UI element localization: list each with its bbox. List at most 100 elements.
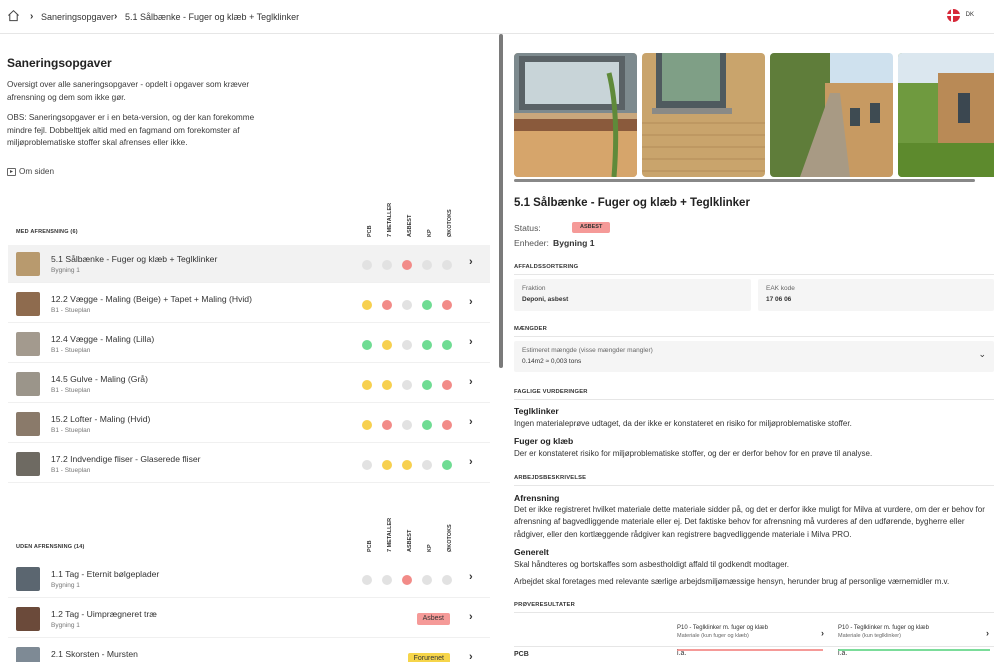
chevron-right-icon: › xyxy=(114,11,118,22)
sample-column[interactable]: P10 - Teglklinker m. fuger og klæb Mater… xyxy=(838,625,994,651)
status-dot-kp xyxy=(422,380,432,390)
status-dot-økotoks xyxy=(442,420,452,430)
work-section-title: Afrensning xyxy=(514,493,560,503)
task-location: B1 - Stueplan xyxy=(51,347,91,354)
task-location: Bygning 1 xyxy=(51,582,80,589)
status-dot-pcb xyxy=(362,575,372,585)
estimated-amount-dropdown[interactable]: Estimeret mængde (visse mængder mangler)… xyxy=(514,341,994,372)
breadcrumb-item-saneringsopgaver[interactable]: Saneringsopgaver xyxy=(41,12,114,22)
status-dot-7-metaller xyxy=(382,460,392,470)
column-header: PCB xyxy=(367,197,381,237)
task-title: 12.2 Vægge - Maling (Beige) + Tapet + Ma… xyxy=(51,294,252,304)
task-title: 15.2 Lofter - Maling (Hvid) xyxy=(51,414,151,424)
status-dot-kp xyxy=(422,260,432,270)
status-dot-asbest xyxy=(402,300,412,310)
section-with-cleaning-title: MED AFRENSNING (6) xyxy=(16,229,78,235)
divider xyxy=(514,274,994,275)
waste-sorting-heading: AFFALDSSORTERING xyxy=(514,264,579,270)
column-header: ØKOTOKS xyxy=(447,512,461,552)
sample-status-bar xyxy=(677,649,823,651)
assessment-title: Teglklinker xyxy=(514,406,559,416)
home-icon[interactable] xyxy=(7,9,20,22)
estimated-amount-value: 0.14m2 ≈ 0,003 tons xyxy=(522,358,582,365)
column-header-label: ØKOTOKS xyxy=(447,524,453,552)
task-title: 14.5 Gulve - Maling (Grå) xyxy=(51,374,148,384)
amounts-heading: MÆNGDER xyxy=(514,326,547,332)
denmark-flag-icon[interactable] xyxy=(947,9,960,22)
status-dot-kp xyxy=(422,460,432,470)
sample-subtitle: Materiale (kun teglklinker) xyxy=(838,633,901,639)
pcb-result: i.a. xyxy=(677,650,687,657)
status-dot-pcb xyxy=(362,300,372,310)
column-header-label: ASBEST xyxy=(407,529,413,552)
task-row[interactable]: 15.2 Lofter - Maling (Hvid) B1 - Stueplan… xyxy=(8,405,490,443)
photo-house-side[interactable] xyxy=(898,53,994,177)
task-row[interactable]: 1.2 Tag - Uimprægneret træ Bygning 1 Asbes… xyxy=(8,600,490,638)
work-section-title: Generelt xyxy=(514,547,549,557)
sample-column[interactable]: P10 - Teglklinker m. fuger og klæb Mater… xyxy=(677,625,827,651)
column-header: PCB xyxy=(367,512,381,552)
assessments-heading: FAGLIGE VURDERINGER xyxy=(514,389,588,395)
page-title: Saneringsopgaver xyxy=(7,56,112,70)
status-badge: Asbest xyxy=(416,613,450,625)
status-dot-økotoks xyxy=(442,380,452,390)
status-dot-7-metaller xyxy=(382,380,392,390)
chevron-right-icon: › xyxy=(469,296,473,308)
column-header-label: ØKOTOKS xyxy=(447,209,453,237)
section-without-cleaning-title: UDEN AFRENSNING (14) xyxy=(16,544,85,550)
about-page-label: Om siden xyxy=(19,167,55,176)
fraction-value: Deponi, asbest xyxy=(522,296,569,303)
chevron-right-icon: › xyxy=(469,611,473,623)
chevron-right-icon: › xyxy=(30,11,34,22)
task-row[interactable]: 12.4 Vægge - Maling (Lilla) B1 - Stueplan… xyxy=(8,325,490,363)
work-section-text: Skal håndteres og bortskaffes som asbest… xyxy=(514,560,789,569)
task-row[interactable]: 5.1 Sålbænke - Fuger og klæb + Teglklink… xyxy=(8,245,490,283)
breadcrumb-item-current[interactable]: 5.1 Sålbænke - Fuger og klæb + Teglklink… xyxy=(125,12,299,22)
chevron-right-icon: › xyxy=(469,571,473,583)
status-dot-økotoks xyxy=(442,300,452,310)
task-row[interactable]: 1.1 Tag - Eternit bølgeplader Bygning 1 › xyxy=(8,560,490,598)
column-header-label: ASBEST xyxy=(407,214,413,237)
status-dot-kp xyxy=(422,300,432,310)
column-header: ASBEST xyxy=(407,197,421,237)
fraction-label: Fraktion xyxy=(522,285,546,292)
task-location: B1 - Stueplan xyxy=(51,427,91,434)
task-row[interactable]: 12.2 Vægge - Maling (Beige) + Tapet + Ma… xyxy=(8,285,490,323)
chevron-right-icon: › xyxy=(469,416,473,428)
task-location: B1 - Stueplan xyxy=(51,467,91,474)
beta-note: OBS: Saneringsopgaver er i en beta-versi… xyxy=(7,113,255,147)
status-label: Status: xyxy=(514,223,541,233)
status-dot-7-metaller xyxy=(382,260,392,270)
task-thumbnail xyxy=(16,292,40,316)
sample-subtitle: Materiale (kun fuger og klæb) xyxy=(677,633,749,639)
status-dot-7-metaller xyxy=(382,575,392,585)
task-detail-panel: 5.1 Sålbænke - Fuger og klæb + Teglklink… xyxy=(504,34,994,662)
photo-window-brick[interactable] xyxy=(642,53,765,177)
fraction-field: Fraktion Deponi, asbest xyxy=(514,279,751,311)
status-dot-økotoks xyxy=(442,575,452,585)
chevron-right-icon: › xyxy=(469,456,473,468)
task-title: 1.1 Tag - Eternit bølgeplader xyxy=(51,569,160,579)
photo-garden-path[interactable] xyxy=(770,53,893,177)
status-dot-7-metaller xyxy=(382,300,392,310)
assessment-title: Fuger og klæb xyxy=(514,436,574,446)
status-dot-pcb xyxy=(362,420,372,430)
about-page-link[interactable]: ▸ Om siden xyxy=(7,167,54,176)
task-row[interactable]: 14.5 Gulve - Maling (Grå) B1 - Stueplan › xyxy=(8,365,490,403)
task-row[interactable]: 2.1 Skorsten - Mursten Forurenet › xyxy=(8,640,490,662)
work-description-heading: ARBEJDSBESKRIVELSE xyxy=(514,475,587,481)
task-row[interactable]: 17.2 Indvendige fliser - Glaserede flise… xyxy=(8,445,490,483)
column-header: KP xyxy=(427,512,441,552)
status-dot-7-metaller xyxy=(382,340,392,350)
photo-scrollbar[interactable] xyxy=(514,179,975,182)
sample-status-bar xyxy=(838,649,990,651)
chevron-right-icon: › xyxy=(469,256,473,268)
status-dot-pcb xyxy=(362,260,372,270)
column-header-label: PCB xyxy=(367,225,373,237)
status-dot-kp xyxy=(422,420,432,430)
divider xyxy=(514,399,994,400)
language-label[interactable]: DK xyxy=(966,12,974,18)
divider xyxy=(514,612,994,613)
panel-scrollbar[interactable] xyxy=(499,34,503,368)
photo-window-sill[interactable] xyxy=(514,53,637,177)
